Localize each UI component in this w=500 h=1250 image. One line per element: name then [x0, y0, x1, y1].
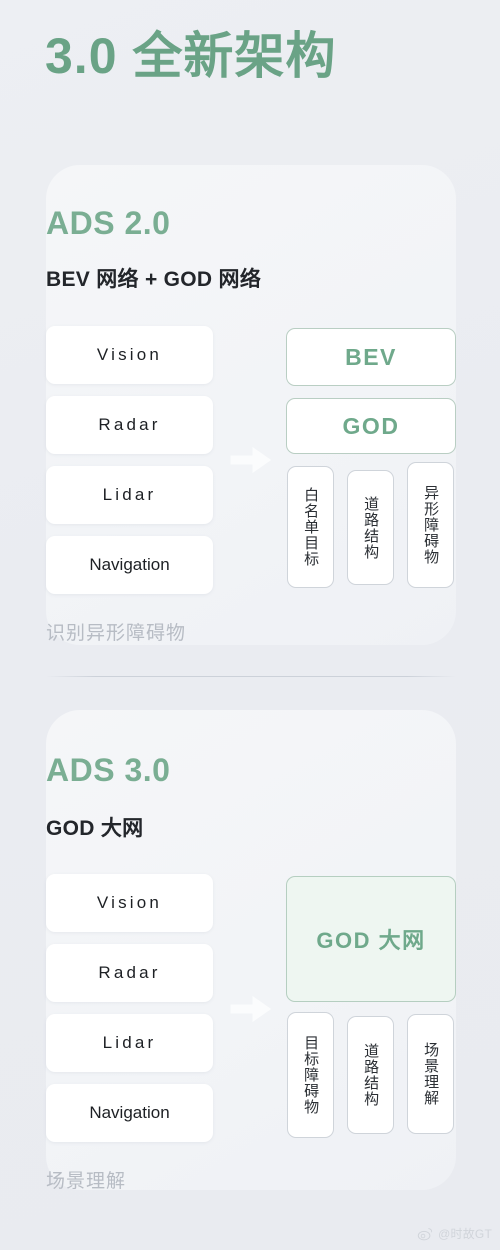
output-box-god-network[interactable]: GOD 大网 — [286, 876, 456, 1002]
chip-label: 场景理解 — [422, 1042, 440, 1106]
chip-label: 道路结构 — [362, 1043, 380, 1107]
chip-whitelist-target[interactable]: 白名单目标 — [287, 466, 334, 588]
arrow-right-icon — [228, 443, 274, 477]
weibo-logo-icon — [417, 1225, 434, 1242]
watermark-handle: @时故GT — [438, 1227, 492, 1241]
infographic-page: 3.0 全新架构 ADS 2.0 BEV 网络 + GOD 网络 Vision … — [0, 0, 500, 1250]
output-box-bev[interactable]: BEV — [286, 328, 456, 386]
chip-road-structure-2[interactable]: 道路结构 — [347, 1016, 394, 1134]
chip-target-obstacle[interactable]: 目标障碍物 — [287, 1012, 334, 1138]
section-subtitle-ads3: GOD 大网 — [46, 817, 144, 840]
output-box-god[interactable]: GOD — [286, 398, 456, 454]
section-caption-ads2: 识别异形障碍物 — [46, 623, 187, 644]
section-title-ads2: ADS 2.0 — [46, 205, 171, 241]
chip-label: 白名单目标 — [302, 487, 320, 567]
input-box-radar[interactable]: Radar — [46, 396, 213, 454]
input-box-lidar-2[interactable]: Lidar — [46, 1014, 213, 1072]
chip-label: 异形障碍物 — [422, 485, 440, 565]
input-box-navigation-2[interactable]: Navigation — [46, 1084, 213, 1142]
chip-irregular-obstacle[interactable]: 异形障碍物 — [407, 462, 454, 588]
chip-label: 目标障碍物 — [302, 1035, 320, 1115]
input-box-lidar[interactable]: Lidar — [46, 466, 213, 524]
page-title: 3.0 全新架构 — [45, 28, 337, 84]
watermark: @时故GT — [417, 1225, 492, 1242]
section-caption-ads3: 场景理解 — [46, 1171, 127, 1192]
input-box-navigation[interactable]: Navigation — [46, 536, 213, 594]
chip-scene-understanding[interactable]: 场景理解 — [407, 1014, 454, 1134]
section-title-ads3: ADS 3.0 — [46, 752, 171, 788]
input-box-vision-2[interactable]: Vision — [46, 874, 213, 932]
input-box-radar-2[interactable]: Radar — [46, 944, 213, 1002]
section-divider — [46, 676, 456, 677]
arrow-right-icon-2 — [228, 992, 274, 1026]
chip-road-structure[interactable]: 道路结构 — [347, 470, 394, 585]
input-box-vision[interactable]: Vision — [46, 326, 213, 384]
section-subtitle-ads2: BEV 网络 + GOD 网络 — [46, 268, 262, 291]
chip-label: 道路结构 — [362, 495, 380, 560]
